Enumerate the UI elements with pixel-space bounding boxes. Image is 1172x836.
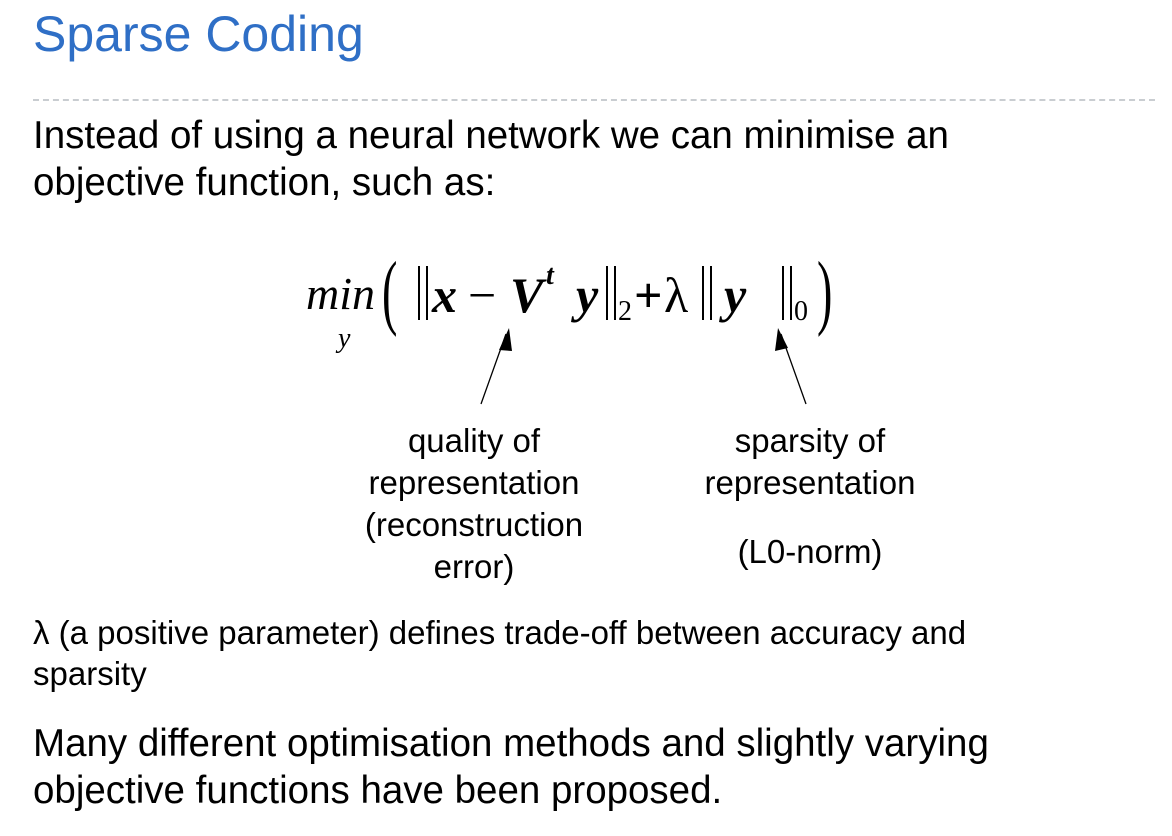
sparsity-line: sparsity of	[734, 422, 886, 459]
closing-line: objective functions have been proposed.	[33, 769, 723, 812]
sparsity-annotation: sparsity of representation	[670, 420, 950, 504]
closing-paragraph: Many different optimisation methods and …	[33, 720, 1143, 814]
arrowhead-sparsity-icon	[775, 328, 788, 351]
arrowhead-quality-icon	[499, 328, 512, 351]
lambda-line: sparsity	[33, 655, 147, 692]
quality-line: quality of	[407, 422, 541, 459]
quality-line: (reconstruction	[364, 506, 584, 543]
quality-line: error)	[433, 548, 515, 585]
sparsity-line: representation	[704, 464, 916, 501]
lambda-note: λ (a positive parameter) defines trade-o…	[33, 612, 1143, 694]
closing-line: Many different optimisation methods and …	[33, 722, 989, 765]
annotation-arrows	[480, 328, 807, 405]
sparsity-norm-label: (L0-norm)	[737, 533, 883, 570]
quality-line: representation	[368, 464, 580, 501]
lambda-line: λ (a positive parameter) defines trade-o…	[33, 614, 967, 651]
quality-annotation: quality of representation (reconstructio…	[334, 420, 614, 588]
